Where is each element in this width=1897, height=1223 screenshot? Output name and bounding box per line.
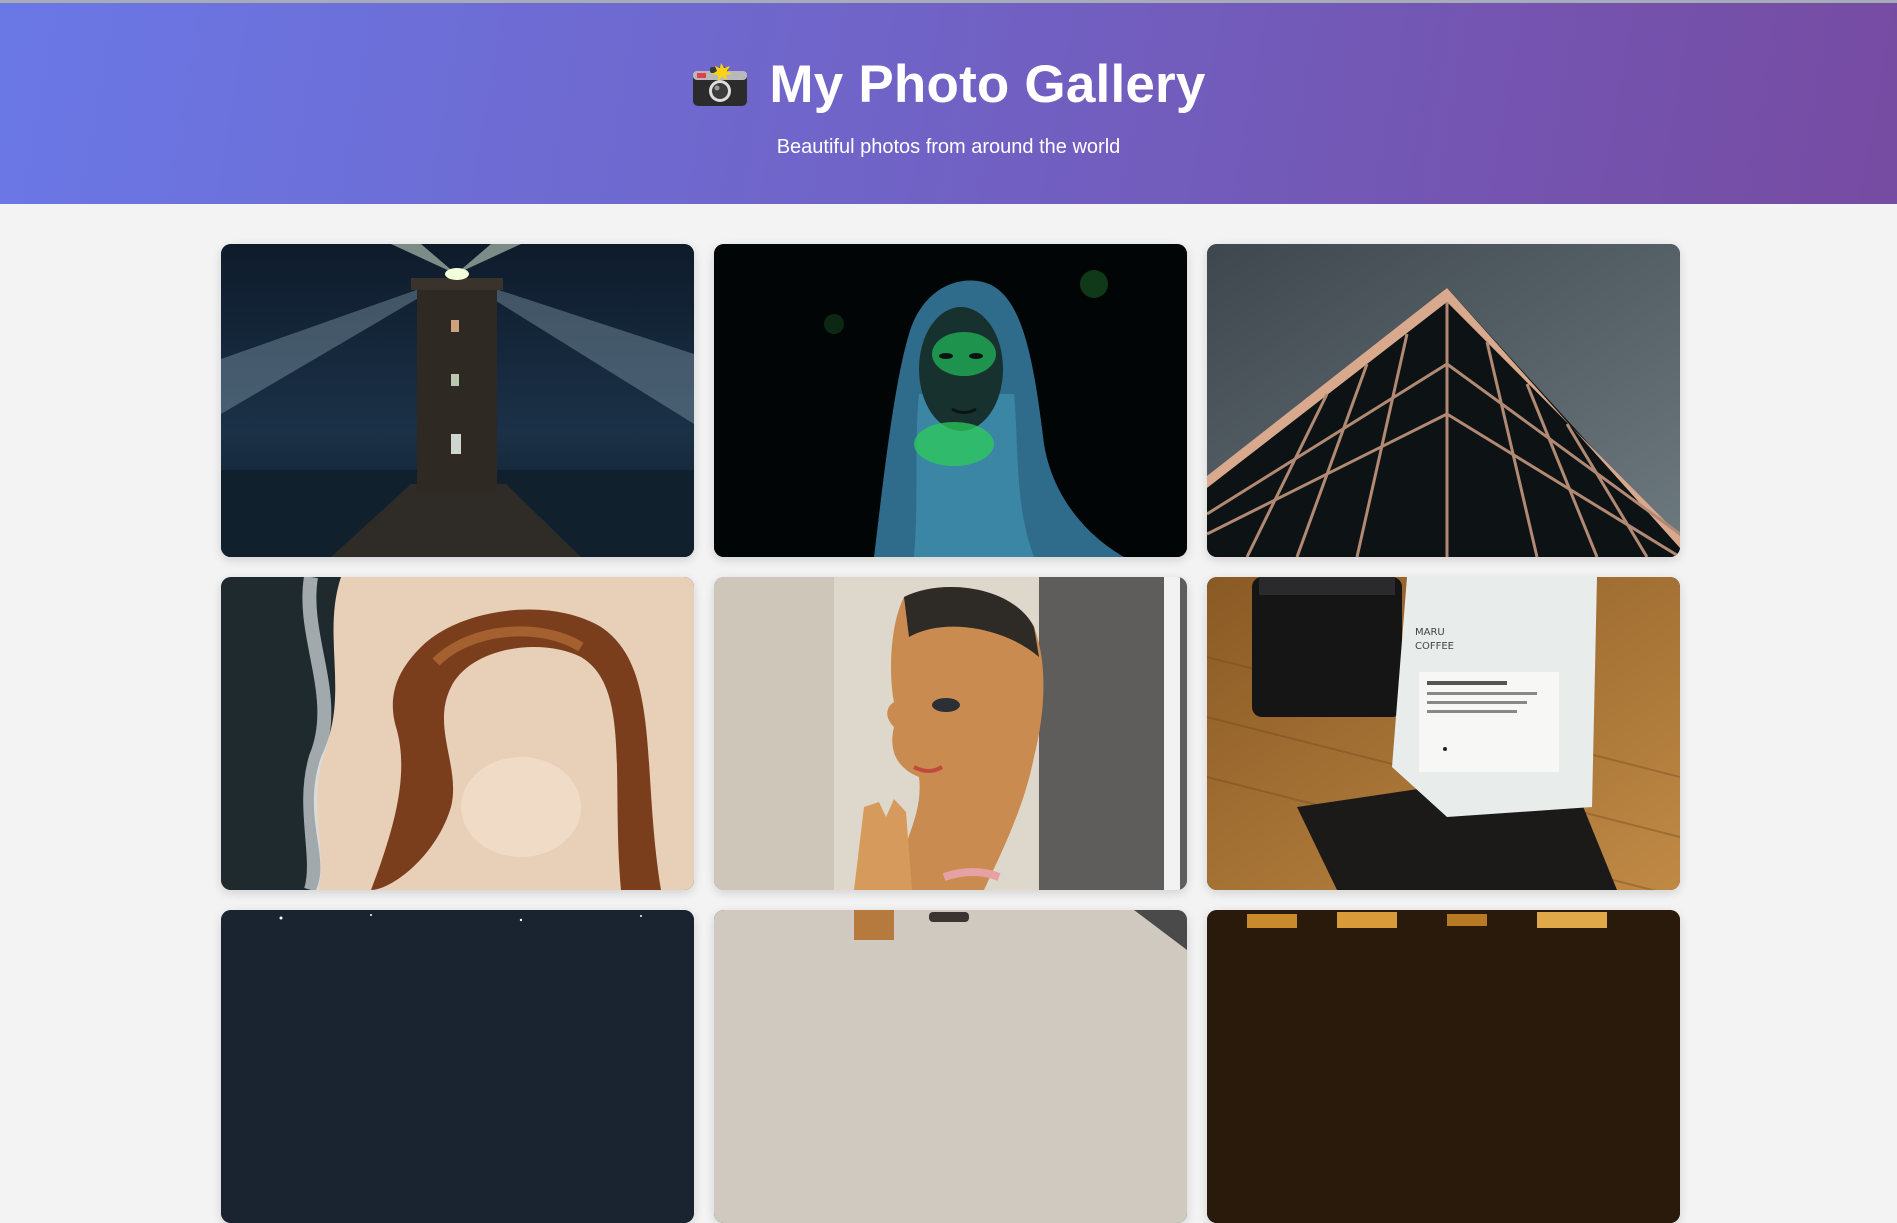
- page-subtitle: Beautiful photos from around the world: [776, 136, 1121, 158]
- photo-card-interior[interactable]: [714, 910, 1187, 1223]
- camera-icon: [691, 62, 749, 108]
- page-title: My Photo Gallery: [769, 55, 1206, 114]
- wooden-statue-praying-photo: [714, 577, 1187, 890]
- lighthouse-night-photo: [221, 244, 694, 557]
- photo-card-warm-lights[interactable]: [1207, 910, 1680, 1223]
- photo-card-lighthouse[interactable]: [221, 244, 694, 557]
- glass-building-corner-photo: [1207, 244, 1680, 557]
- svg-text:COFFEE: COFFEE: [1415, 641, 1454, 652]
- title-row: My Photo Gallery: [0, 53, 1897, 117]
- gallery-header: My Photo Gallery Beautiful photos from a…: [0, 3, 1897, 204]
- photo-card-green-face[interactable]: [714, 244, 1187, 557]
- starry-sky-photo: [221, 910, 694, 1223]
- photo-card-statue[interactable]: [714, 577, 1187, 890]
- interior-lamp-photo: [714, 910, 1187, 1223]
- photo-card-stars[interactable]: [221, 910, 694, 1223]
- green-light-face-photo: [714, 244, 1187, 557]
- photo-card-building[interactable]: [1207, 244, 1680, 557]
- aerial-beach-photo: [221, 577, 694, 890]
- photo-grid: MARU COFFEE: [221, 244, 1681, 1223]
- warm-lights-photo: [1207, 910, 1680, 1223]
- svg-text:MARU: MARU: [1415, 627, 1445, 638]
- coffee-bag-drink-photo: MARU COFFEE: [1207, 577, 1680, 890]
- photo-card-beach[interactable]: [221, 577, 694, 890]
- photo-card-coffee[interactable]: MARU COFFEE: [1207, 577, 1680, 890]
